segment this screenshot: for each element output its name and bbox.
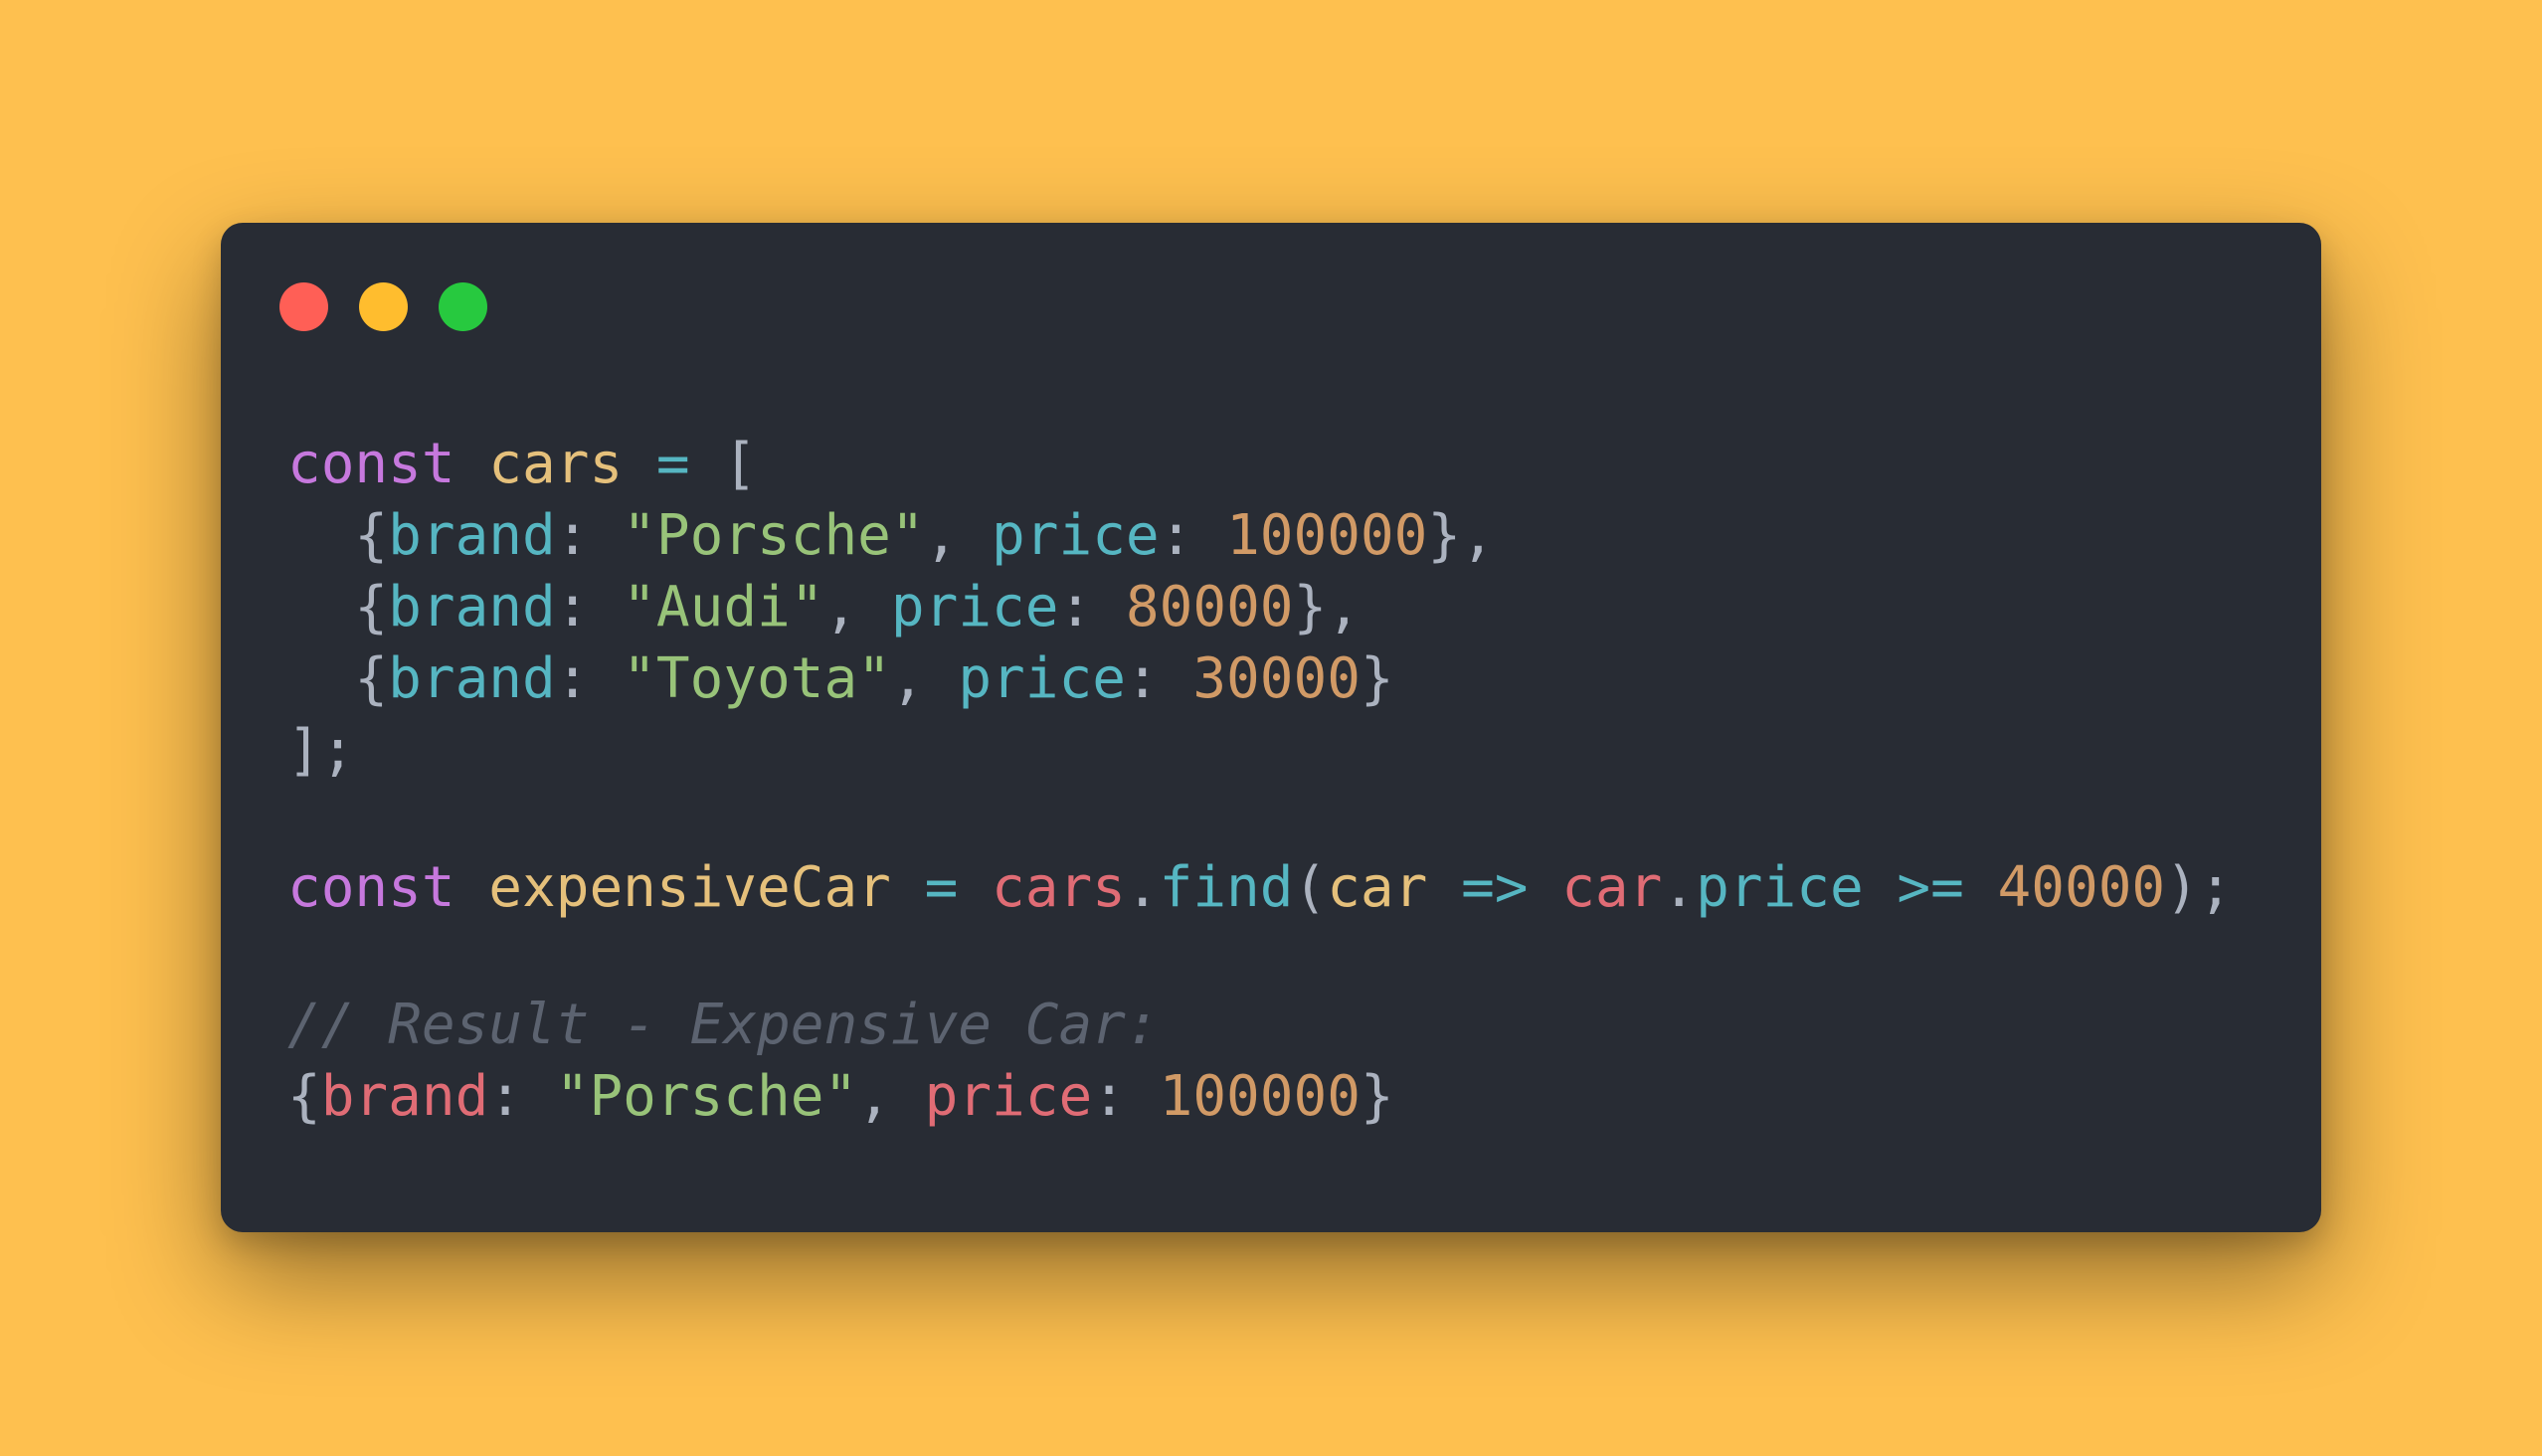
code-token-keyword: const: [287, 432, 455, 496]
code-token-punctuation: [1427, 855, 1461, 920]
code-token-number: 100000: [1159, 1064, 1361, 1129]
code-token-punctuation: ,: [823, 575, 891, 639]
code-token-variable: cars: [488, 432, 624, 496]
code-token-number: 100000: [1226, 503, 1428, 568]
code-token-punctuation: ,: [857, 1064, 925, 1129]
code-token-punctuation: :: [1092, 1064, 1160, 1129]
code-token-punctuation: :: [488, 1064, 556, 1129]
code-line: // Result - Expensive Car:: [287, 990, 2233, 1061]
code-token-string: "Toyota": [623, 646, 891, 711]
code-token-number: 80000: [1125, 575, 1294, 639]
code-token-punctuation: },: [1427, 503, 1495, 568]
code-token-property: price: [890, 575, 1059, 639]
code-token-identifier: brand: [320, 1064, 489, 1129]
code-token-string: "Audi": [623, 575, 824, 639]
code-token-punctuation: [623, 432, 656, 496]
code-token-punctuation: [: [689, 432, 758, 496]
code-token-variable: car: [1327, 855, 1428, 920]
code-token-string: "Porsche": [623, 503, 925, 568]
code-token-punctuation: [1529, 855, 1562, 920]
maximize-dot-icon[interactable]: [439, 282, 487, 331]
code-token-punctuation: [1964, 855, 1998, 920]
code-line: {brand: "Audi", price: 80000},: [287, 572, 2233, 643]
code-token-punctuation: ];: [287, 718, 355, 783]
code-token-punctuation: :: [1159, 503, 1227, 568]
minimize-dot-icon[interactable]: [359, 282, 408, 331]
code-window: const cars = [ {brand: "Porsche", price:…: [221, 223, 2321, 1232]
code-token-property: price: [1696, 855, 1864, 920]
code-token-number: 30000: [1192, 646, 1361, 711]
code-token-punctuation: ,: [890, 646, 959, 711]
code-line: {brand: "Porsche", price: 100000},: [287, 500, 2233, 572]
code-token-punctuation: :: [555, 503, 624, 568]
code-token-punctuation: .: [1662, 855, 1697, 920]
code-token-punctuation: [455, 855, 489, 920]
code-token-punctuation: {: [287, 575, 389, 639]
code-line: {brand: "Toyota", price: 30000}: [287, 643, 2233, 715]
code-token-punctuation: {: [287, 503, 389, 568]
code-token-punctuation: {: [287, 646, 389, 711]
code-token-variable: expensiveCar: [488, 855, 891, 920]
code-token-property: brand: [388, 646, 556, 711]
code-token-property: price: [958, 646, 1126, 711]
code-token-punctuation: }: [1360, 1064, 1394, 1129]
code-token-string: "Porsche": [555, 1064, 858, 1129]
code-line: {brand: "Porsche", price: 100000}: [287, 1061, 2233, 1133]
code-token-punctuation: [891, 855, 925, 920]
code-token-punctuation: [455, 432, 489, 496]
code-token-identifier: price: [924, 1064, 1093, 1129]
code-line: const cars = [: [287, 429, 2233, 500]
code-token-identifier: car: [1561, 855, 1663, 920]
code-token-operator: =: [924, 855, 959, 920]
code-token-number: 40000: [1997, 855, 2166, 920]
code-token-operator: >=: [1897, 855, 1964, 920]
code-token-operator: =: [655, 432, 690, 496]
code-token-punctuation: },: [1293, 575, 1361, 639]
code-token-operator: =>: [1461, 855, 1529, 920]
code-token-punctuation: );: [2165, 855, 2233, 920]
code-token-property: brand: [388, 503, 556, 568]
code-token-punctuation: [958, 855, 992, 920]
code-token-comment: // Result - Expensive Car:: [287, 993, 1160, 1057]
code-token-property: brand: [388, 575, 556, 639]
code-token-punctuation: [1864, 855, 1898, 920]
code-line: const expensiveCar = cars.find(car => ca…: [287, 852, 2233, 924]
code-token-punctuation: :: [1058, 575, 1126, 639]
code-token-punctuation: (: [1293, 855, 1328, 920]
code-token-keyword: const: [287, 855, 455, 920]
code-token-identifier: cars: [992, 855, 1126, 920]
close-dot-icon[interactable]: [279, 282, 328, 331]
code-token-punctuation: :: [1125, 646, 1193, 711]
code-token-punctuation: }: [1360, 646, 1394, 711]
code-line: ];: [287, 715, 2233, 787]
code-token-property: price: [992, 503, 1160, 568]
code-token-punctuation: :: [555, 646, 624, 711]
code-token-punctuation: ,: [924, 503, 993, 568]
code-token-punctuation: {: [287, 1064, 321, 1129]
code-token-punctuation: .: [1125, 855, 1160, 920]
code-block: const cars = [ {brand: "Porsche", price:…: [287, 429, 2233, 1133]
code-token-punctuation: :: [555, 575, 624, 639]
code-token-function: find: [1159, 855, 1294, 920]
window-controls: [279, 282, 487, 331]
